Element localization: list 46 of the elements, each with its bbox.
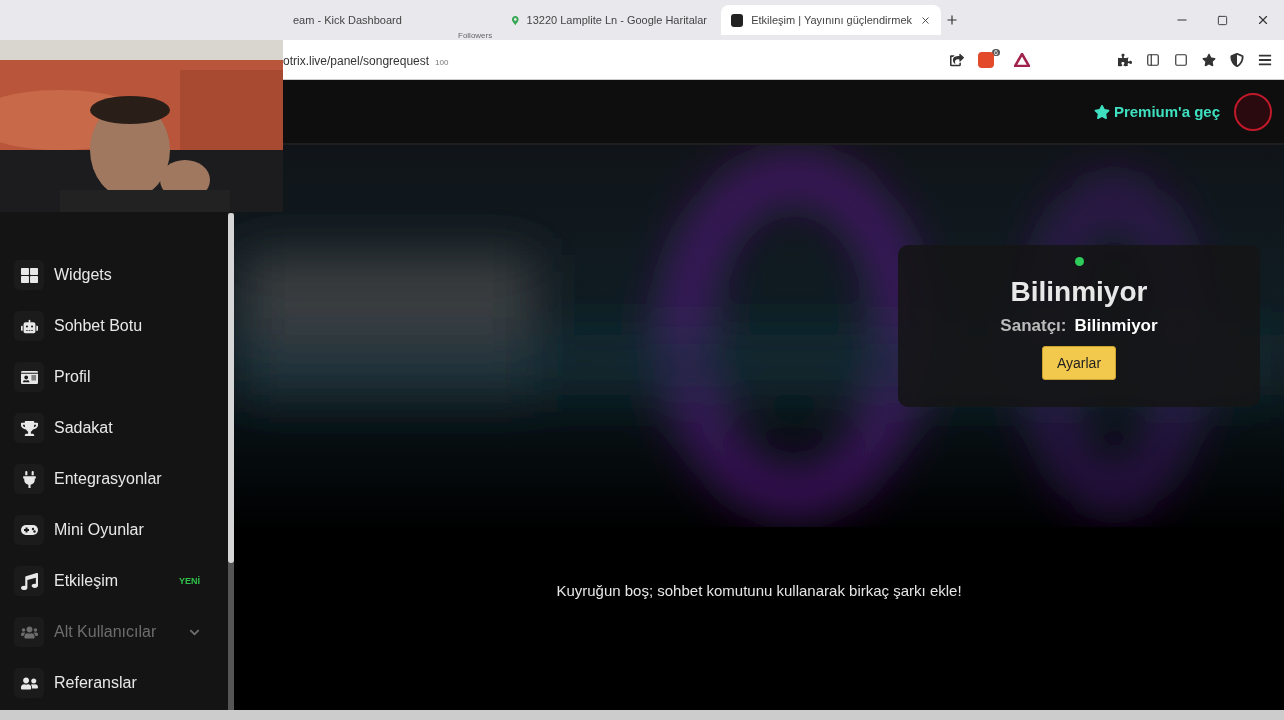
premium-link[interactable]: Premium'a geç [1113, 103, 1220, 120]
star-icon[interactable] [1202, 52, 1216, 67]
map-pin-icon [512, 14, 519, 26]
sidebar-icon[interactable] [1146, 52, 1160, 67]
scrollbar[interactable] [228, 213, 234, 710]
sidebar-item[interactable]: Profil [14, 359, 220, 395]
url-text[interactable]: otrix.live/panel/songrequest [283, 53, 430, 68]
settings-button[interactable]: Ayarlar [1041, 346, 1117, 380]
grid-icon [14, 260, 44, 290]
gamepad-icon [14, 515, 44, 545]
sidebar-item[interactable]: Mini Oyunlar [14, 512, 220, 548]
puzzle-icon[interactable] [1118, 52, 1132, 67]
new-label: YENİ [179, 576, 200, 586]
app-icon [731, 13, 744, 27]
sidebar-item[interactable]: Etkileşim YENİ [14, 563, 220, 599]
song-title: Bilinmiyor [1010, 276, 1148, 308]
star-icon [1093, 103, 1110, 120]
queue-message: Kuyruğun boş; sohbet komutunu kullanarak birkaç şarkı ekle! [555, 582, 963, 599]
people-icon [14, 668, 44, 698]
browser-tab[interactable]: Etkileşim | Yayınını güçlendirmek [721, 5, 941, 35]
close-icon[interactable] [1256, 13, 1270, 27]
music-note-icon [14, 566, 44, 596]
menu-icon[interactable] [1258, 52, 1272, 67]
tab-note: Followers [458, 31, 493, 40]
sidebar-item[interactable]: Widgets [14, 257, 220, 293]
avatar[interactable] [1234, 92, 1272, 131]
robot-icon [14, 311, 44, 341]
sidebar-item[interactable]: Entegrasyonlar [14, 461, 220, 497]
artist-label: Sanatçı: [1000, 316, 1067, 336]
sidebar-item[interactable]: Referanslar [14, 665, 220, 701]
scrollbar[interactable] [0, 710, 1284, 720]
artist-name: Bilinmiyor [1074, 316, 1158, 336]
users-icon [14, 617, 44, 647]
id-card-icon [14, 362, 44, 392]
trophy-icon [14, 413, 44, 443]
plug-icon [14, 464, 44, 494]
share-icon[interactable] [950, 52, 965, 67]
close-icon[interactable] [920, 14, 931, 26]
sidebar-item[interactable]: Sohbet Botu [14, 308, 220, 344]
restore-icon[interactable] [1217, 13, 1228, 27]
sidebar-item[interactable]: Sadakat [14, 410, 220, 446]
triangle-icon[interactable] [1014, 52, 1030, 67]
browser-tab[interactable]: 13220 Lamplite Ln - Google Haritalar [502, 5, 717, 35]
shield-icon[interactable] [1230, 52, 1244, 67]
new-tab-icon[interactable] [945, 13, 959, 27]
url-note: 100 [435, 57, 449, 67]
